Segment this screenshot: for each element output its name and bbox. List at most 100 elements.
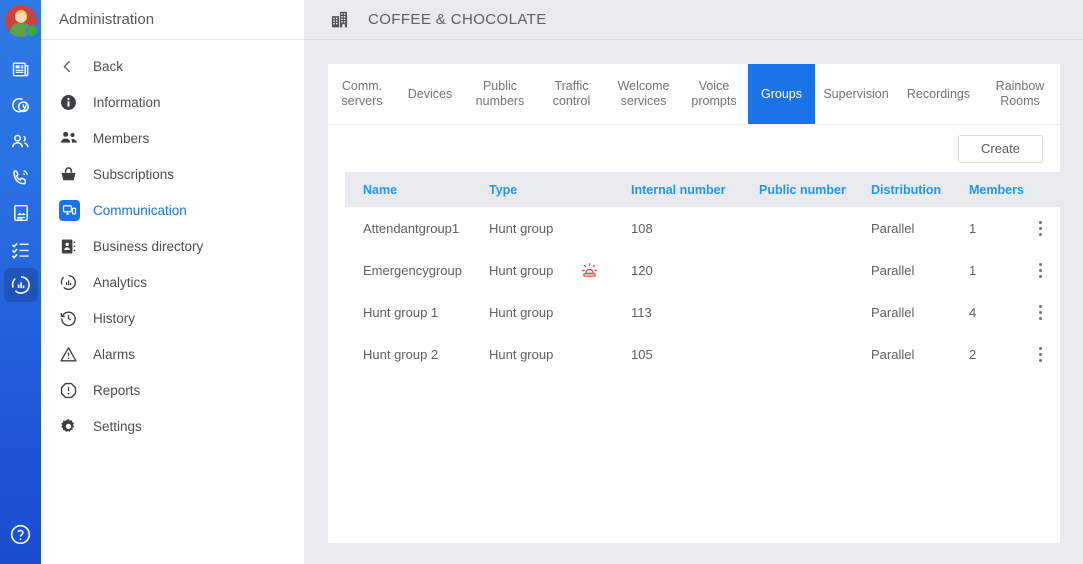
administration-icon [10,274,32,296]
cell-public-number [759,291,871,333]
tab-comm-servers[interactable]: Comm. servers [328,64,396,124]
create-button[interactable]: Create [958,135,1043,163]
cell-members: 4 [969,291,1029,333]
column-header-distribution[interactable]: Distribution [871,172,969,207]
rail-item-administration[interactable] [4,268,38,302]
table-row[interactable]: Hunt group 2 Hunt group 105 Parallel 2 [345,333,1063,375]
cell-name: Hunt group 1 [345,291,489,333]
help-circle-icon [9,523,32,551]
cell-public-number [759,249,871,291]
history-icon [59,309,89,328]
tab-devices[interactable]: Devices [396,64,464,124]
chevron-left-icon [59,58,89,75]
cell-public-number [759,333,871,375]
tab-recordings[interactable]: Recordings [897,64,980,124]
sidebar-item-label: Settings [93,419,142,434]
tab-groups[interactable]: Groups [748,64,815,124]
column-header-type[interactable]: Type [489,172,579,207]
company-header: COFFEE & CHOCOLATE [304,0,1083,40]
presence-dot-online [26,25,38,37]
sidebar-item-reports[interactable]: Reports [41,372,304,408]
basket-icon [59,165,89,184]
column-header-flag [579,172,631,207]
groups-table: Name Type Internal number Public number … [345,172,1063,375]
cell-actions [1029,249,1063,291]
emergency-siren-icon [579,260,631,281]
settings-gear-icon [59,417,89,436]
rail-item-tasks[interactable] [4,232,38,266]
sidebar-item-analytics[interactable]: Analytics [41,264,304,300]
business-directory-icon [59,237,89,256]
cell-distribution: Parallel [871,333,969,375]
cell-distribution: Parallel [871,291,969,333]
cell-flag [579,333,631,375]
sidebar-title: Administration [41,0,304,40]
sidebar-item-subscriptions[interactable]: Subscriptions [41,156,304,192]
row-actions-kebab-icon[interactable] [1029,221,1051,236]
table-row[interactable]: Emergencygroup Hunt group 120 [345,249,1063,291]
cell-type: Hunt group [489,333,579,375]
sidebar-item-settings[interactable]: Settings [41,408,304,444]
table-row[interactable]: Hunt group 1 Hunt group 113 Parallel 4 [345,291,1063,333]
app-root: Administration Back Information [0,0,1083,564]
table-row[interactable]: Attendantgroup1 Hunt group 108 Parallel … [345,207,1063,249]
primary-nav-rail [0,0,41,564]
rail-item-calls[interactable] [4,160,38,194]
cell-flag [579,207,631,249]
page-title: COFFEE & CHOCOLATE [368,11,547,28]
column-header-internal-number[interactable]: Internal number [631,172,759,207]
tab-voice-prompts[interactable]: Voice prompts [680,64,748,124]
tab-label: Rainbow Rooms [996,79,1045,109]
column-header-actions [1029,172,1063,207]
members-icon [59,128,89,148]
tasks-icon [10,239,31,260]
sidebar-item-label: Reports [93,383,140,398]
tab-label: Devices [408,87,452,102]
rail-item-news[interactable] [4,52,38,86]
sidebar-item-label: Information [93,95,161,110]
table-body: Attendantgroup1 Hunt group 108 Parallel … [345,207,1063,375]
info-icon [59,93,89,112]
cell-name: Attendantgroup1 [345,207,489,249]
table-toolbar: Create [328,125,1060,172]
sidebar-item-label: Members [93,131,149,146]
sidebar-item-information[interactable]: Information [41,84,304,120]
sidebar-item-business-directory[interactable]: Business directory [41,228,304,264]
content-card: Comm. servers Devices Public numbers Tra… [328,64,1060,543]
sidebar-item-label: Analytics [93,275,147,290]
files-icon [11,203,31,223]
table-head: Name Type Internal number Public number … [345,172,1063,207]
sidebar-item-label: Subscriptions [93,167,174,182]
column-header-name[interactable]: Name [345,172,489,207]
column-header-members[interactable]: Members [969,172,1029,207]
tab-public-numbers[interactable]: Public numbers [464,64,536,124]
sidebar-item-history[interactable]: History [41,300,304,336]
sidebar-item-members[interactable]: Members [41,120,304,156]
sidebar-item-communication[interactable]: Communication [41,192,304,228]
rail-item-call-history[interactable] [4,88,38,122]
tab-welcome-services[interactable]: Welcome services [607,64,680,124]
row-actions-kebab-icon[interactable] [1029,305,1051,320]
cell-members: 1 [969,207,1029,249]
rail-item-contacts[interactable] [4,124,38,158]
cell-type: Hunt group [489,291,579,333]
column-header-public-number[interactable]: Public number [759,172,871,207]
row-actions-kebab-icon[interactable] [1029,347,1051,362]
tab-label: Traffic control [553,79,591,109]
rail-item-files[interactable] [4,196,38,230]
tab-traffic-control[interactable]: Traffic control [536,64,607,124]
main-region: COFFEE & CHOCOLATE Comm. servers Devices… [304,0,1083,564]
sidebar-item-back[interactable]: Back [41,48,304,84]
alarms-icon [59,345,89,364]
tab-bar: Comm. servers Devices Public numbers Tra… [328,64,1060,125]
avatar-face [16,13,26,23]
tab-label: Comm. servers [342,79,383,109]
rail-item-help[interactable] [4,520,38,554]
user-avatar[interactable] [4,4,38,38]
tab-supervision[interactable]: Supervision [815,64,897,124]
sidebar-item-alarms[interactable]: Alarms [41,336,304,372]
cell-internal-number: 120 [631,249,759,291]
row-actions-kebab-icon[interactable] [1029,263,1051,278]
tab-rainbow-rooms[interactable]: Rainbow Rooms [980,64,1060,124]
tab-label: Voice prompts [691,79,736,109]
